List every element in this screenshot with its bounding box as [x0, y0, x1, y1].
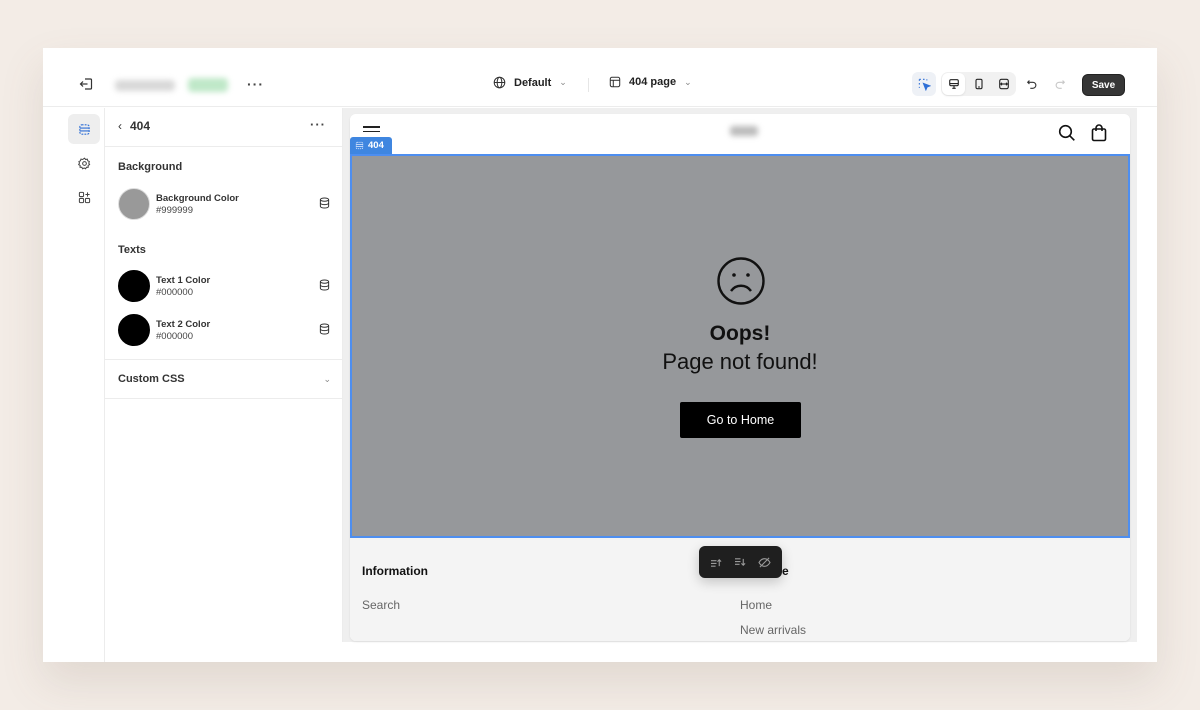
editor-tools: [912, 72, 1072, 96]
select-element-button[interactable]: [912, 72, 936, 96]
404-section[interactable]: Oops! Page not found! Go to Home: [350, 154, 1130, 538]
footer-link[interactable]: Search: [362, 598, 400, 612]
footer-link[interactable]: Home: [740, 598, 772, 612]
section-tag-label: 404: [368, 140, 384, 151]
color-swatch[interactable]: [118, 270, 150, 302]
sections-icon: [78, 123, 90, 135]
store-name-redacted: [115, 80, 175, 91]
editor-window: ··· Default ⌄ 404 page ⌄ Save ‹ 404 ··· …: [43, 48, 1157, 662]
desktop-icon: [948, 79, 959, 89]
mobile-icon: [974, 78, 983, 90]
color-swatch[interactable]: [118, 314, 150, 346]
search-icon[interactable]: [1058, 124, 1076, 147]
section-settings-panel: ‹ 404 ··· Background Background Color #9…: [105, 108, 343, 642]
exit-button[interactable]: [77, 75, 95, 93]
left-rail: [43, 108, 105, 662]
page-template-icon: [609, 76, 621, 88]
language-selector[interactable]: Default ⌄: [493, 76, 567, 89]
color-value: #000000: [156, 330, 193, 342]
background-color-setting[interactable]: Background Color #999999: [118, 187, 330, 221]
fit-width-button[interactable]: [992, 73, 1015, 95]
page-selector[interactable]: 404 page ⌄: [609, 76, 692, 88]
section-floating-toolbar: [699, 546, 782, 578]
globe-icon: [493, 76, 506, 89]
move-up-button[interactable]: [708, 553, 726, 571]
text1-color-setting[interactable]: Text 1 Color #000000: [118, 269, 330, 303]
desktop-view-button[interactable]: [942, 73, 965, 95]
chevron-left-icon: ‹: [118, 119, 122, 133]
error-subtitle: Page not found!: [662, 349, 818, 374]
color-swatch[interactable]: [118, 188, 150, 220]
database-icon[interactable]: [319, 196, 330, 214]
chevron-down-icon: ⌄: [684, 76, 692, 87]
redo-icon: [1055, 80, 1066, 89]
sad-face-icon: [717, 257, 765, 305]
color-label: Background Color: [156, 192, 239, 204]
more-options-button[interactable]: ···: [247, 76, 264, 92]
color-value: #999999: [156, 204, 193, 216]
custom-css-accordion[interactable]: Custom CSS ⌄: [105, 359, 343, 399]
database-icon[interactable]: [319, 278, 330, 296]
color-label: Text 2 Color: [156, 318, 211, 330]
background-section-title: Background: [118, 161, 183, 173]
preview-canvas: 404 Oops! Page not found! Go to Home Inf…: [343, 108, 1137, 642]
select-element-icon: [918, 78, 931, 91]
menu-icon[interactable]: [363, 126, 380, 135]
shopping-bag-icon[interactable]: [1091, 124, 1107, 147]
rail-item-sections[interactable]: [68, 114, 100, 144]
redo-button[interactable]: [1048, 72, 1072, 96]
save-button[interactable]: Save: [1082, 74, 1125, 96]
panel-title: 404: [130, 119, 151, 133]
hide-section-button[interactable]: [755, 553, 773, 571]
top-bar: ··· Default ⌄ 404 page ⌄ Save: [43, 48, 1157, 107]
selected-section-tag[interactable]: 404: [350, 137, 392, 154]
undo-icon: [1026, 80, 1037, 89]
site-preview: 404 Oops! Page not found! Go to Home Inf…: [350, 114, 1130, 641]
back-button[interactable]: ‹ 404: [118, 119, 150, 133]
language-label: Default: [514, 76, 552, 89]
color-value: #000000: [156, 286, 193, 298]
chevron-down-icon: ⌄: [323, 374, 331, 384]
rail-item-apps[interactable]: [68, 182, 100, 212]
page-label: 404 page: [629, 76, 677, 88]
undo-button[interactable]: [1020, 72, 1044, 96]
store-logo-redacted: [730, 126, 758, 136]
device-switcher: [941, 72, 1016, 96]
panel-header: ‹ 404 ···: [105, 108, 342, 147]
panel-more-button[interactable]: ···: [310, 117, 326, 132]
color-label: Text 1 Color: [156, 274, 211, 286]
move-up-icon: [711, 558, 722, 567]
apps-add-icon: [78, 191, 90, 203]
footer-link[interactable]: New arrivals: [740, 623, 806, 637]
hide-icon: [757, 557, 771, 567]
move-down-button[interactable]: [731, 553, 749, 571]
custom-css-label: Custom CSS: [118, 373, 185, 385]
mobile-view-button[interactable]: [967, 73, 990, 95]
chevron-down-icon: ⌄: [559, 77, 567, 87]
footer-heading: Information: [362, 564, 428, 578]
divider: [588, 78, 589, 92]
footer-heading: e: [782, 564, 789, 578]
sections-icon: [355, 141, 364, 150]
exit-icon: [79, 78, 93, 90]
site-footer: Information Search e Home New arrivals: [350, 538, 1130, 641]
status-badge-redacted: [188, 78, 228, 92]
site-header: [350, 114, 1130, 154]
text2-color-setting[interactable]: Text 2 Color #000000: [118, 313, 330, 347]
error-title: Oops!: [709, 322, 771, 345]
go-home-button[interactable]: Go to Home: [680, 402, 801, 438]
texts-section-title: Texts: [118, 244, 146, 256]
fit-width-icon: [998, 78, 1009, 90]
move-down-icon: [734, 557, 746, 566]
database-icon[interactable]: [319, 322, 330, 340]
gear-icon: [77, 157, 90, 169]
rail-item-settings[interactable]: [68, 148, 100, 178]
